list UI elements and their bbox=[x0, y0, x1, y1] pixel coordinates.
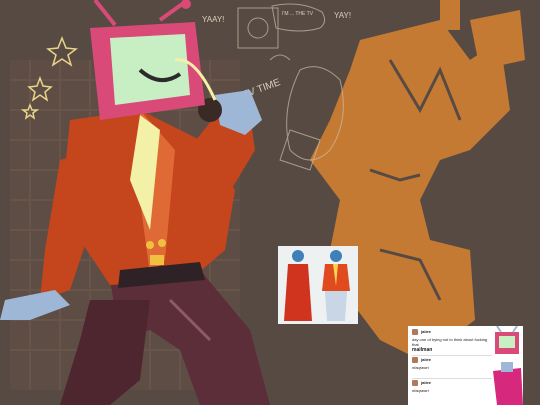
chat-message-text: day one of trying not to think about fuc… bbox=[412, 337, 488, 347]
chat-tv-figure bbox=[493, 326, 523, 405]
chat-author: jaiiee bbox=[421, 380, 432, 385]
chat-divider bbox=[412, 378, 492, 379]
chat-message-emphasis: mailman bbox=[412, 347, 433, 353]
avatar bbox=[412, 380, 418, 386]
avatar bbox=[412, 329, 418, 335]
avatar bbox=[412, 357, 418, 363]
chat-author: jaiiee bbox=[421, 357, 432, 362]
chat-divider bbox=[412, 355, 492, 356]
sketch-yay-text: YAY! bbox=[334, 11, 351, 20]
sketch-speech-bubble-text: I'M ... THE TV bbox=[282, 11, 314, 17]
sketch-yaay-text: YAAY! bbox=[202, 15, 224, 24]
costume-reference-photo bbox=[278, 246, 358, 324]
artwork-canvas: YAAY! I'M ... THE TV YAY! TV TIME jaiiee… bbox=[0, 0, 540, 405]
chat-author: jaiiee bbox=[421, 329, 432, 334]
chat-message-text: nfaqrawrt bbox=[412, 365, 429, 370]
chat-message-text: nfaqrawrt bbox=[412, 388, 429, 393]
tv-head bbox=[90, 0, 217, 120]
